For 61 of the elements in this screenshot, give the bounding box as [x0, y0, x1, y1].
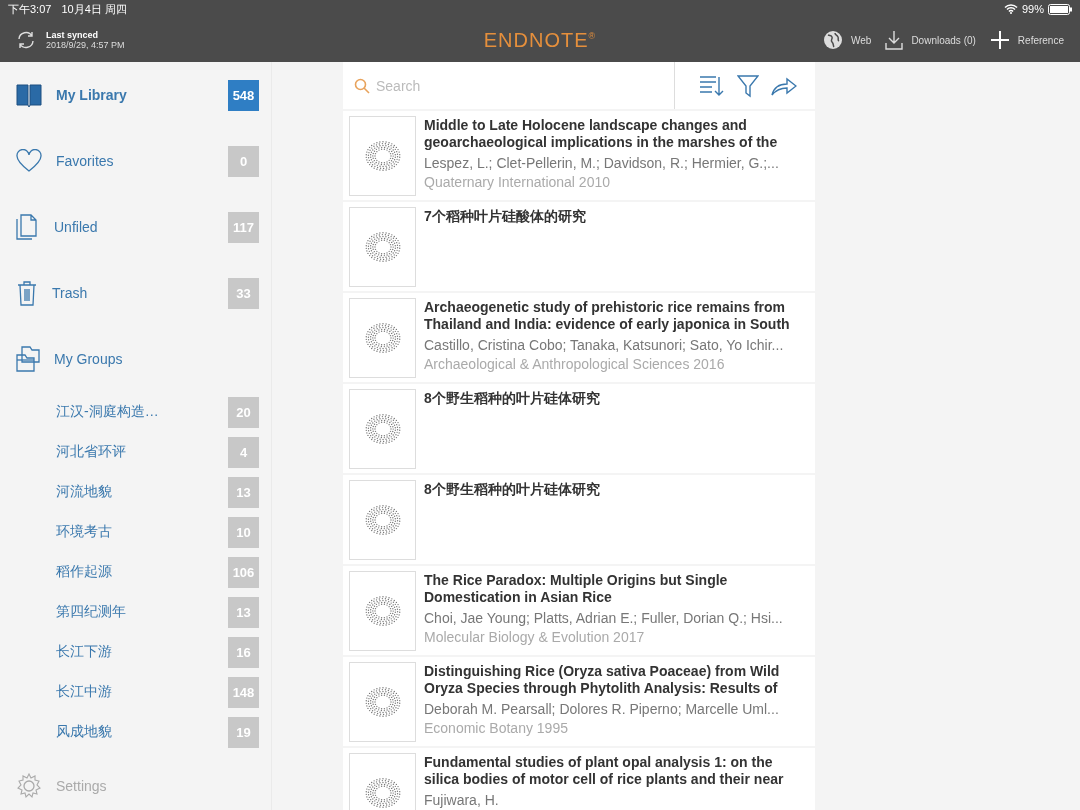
reference-title: Archaeogenetic study of prehistoric rice remains from Thailand and India: evidence of early japonica in South — [424, 299, 791, 333]
add-button[interactable]: Reference — [989, 30, 1064, 50]
reference-title: Middle to Late Holocene landscape changes and geoarchaeological implications in the marshes of the — [424, 117, 779, 151]
dotted-ring-icon — [364, 138, 401, 174]
reference-source: Archaeological & Anthropological Sciences 2016 — [424, 356, 726, 373]
reference-row[interactable] — [343, 293, 815, 382]
download-icon — [885, 30, 904, 50]
plus-icon — [989, 30, 1010, 50]
reference-authors: Lespez, L.; Clet-Pellerin, M.; Davidson, R.; Hermier, G.;... — [424, 155, 780, 172]
reference-source: Quaternary International 2010 — [424, 174, 611, 191]
app-logo: ENDNOTE$^{®}$ — [483, 28, 597, 51]
globe-icon — [823, 30, 843, 50]
dotted-ring-icon — [364, 229, 401, 265]
dotted-ring-icon — [364, 411, 401, 447]
share-icon[interactable] — [771, 75, 797, 96]
folders-icon — [16, 346, 40, 372]
reference-row[interactable]: Middle to Late Holocene landscape changes and geoarchaeological implications in the marshes of the Lespez, L.; Clet-Pellerin, M.; Davidson, R.; Hermier, G.;... Quaternary International 2010 — [343, 111, 815, 200]
settings-icon — [16, 773, 42, 799]
downloads-button[interactable]: Downloads (0) — [885, 30, 976, 50]
reference-row[interactable]: Fundamental studies of plant opal analysis 1: on the silica bodies of motor cell of rice plants and their near Fujiwara, H. — [343, 748, 815, 810]
sync-time: 2018/9/29, 4:57 PM — [46, 40, 125, 50]
reference-authors: Deborah M. Pearsall; Dolores R. Piperno; Marcelle Uml... — [424, 701, 780, 718]
filter-icon[interactable] — [737, 73, 759, 98]
reference-row[interactable]: 7个稻种叶片硅酸体的研究 — [343, 202, 815, 291]
trash-icon — [16, 280, 38, 306]
count-badge: 548 — [228, 79, 259, 111]
reference-title: Distinguishing Rice (Oryza sativa Poaceae) from Wild Oryza Species through Phytolith Analysis: Results of — [424, 663, 781, 697]
reference-source: Molecular Biology & Evolution 2017 — [424, 629, 646, 646]
reference-source: Economic Botany 1995 — [424, 720, 569, 737]
sync-label: Last synced — [46, 30, 100, 40]
status-date: 10月4日 周四 — [61, 1, 127, 17]
reference-authors: Choi, Jae Young; Platts, Adrian E.; Fuller, Dorian Q.; Hsi... — [424, 610, 784, 627]
sidebar-item[interactable]: My Groups — [16, 326, 271, 392]
status-time: 下午3:07 — [8, 1, 52, 17]
dotted-ring-icon — [364, 775, 401, 810]
dotted-ring-icon — [364, 502, 401, 538]
reference-authors: Fujiwara, H. — [424, 792, 500, 809]
documents-icon — [16, 214, 40, 240]
dotted-ring-icon — [364, 320, 401, 356]
web-button[interactable]: Web — [823, 30, 872, 50]
reference-row[interactable]: Distinguishing Rice (Oryza sativa Poaceae) from Wild Oryza Species through Phytolith Analysis: Results of Deborah M. Pearsall; Dolores R. Piperno; Marcelle Uml... Economic Botany 1995 — [343, 657, 815, 746]
dotted-ring-icon — [364, 684, 401, 720]
wifi-icon — [1003, 4, 1018, 14]
sync-icon[interactable] — [16, 31, 36, 49]
battery-percent: 99% — [1021, 3, 1044, 15]
heart-icon — [16, 149, 42, 173]
reference-title: 8个野生稻种的叶片硅体研究 — [424, 390, 600, 407]
reference-title: 8个野生稻种的叶片硅体研究 — [424, 481, 600, 498]
reference-title: The Rice Paradox: Multiple Origins but Single Domestication in Asian Rice — [424, 572, 729, 606]
search-field[interactable]: Search — [343, 62, 675, 109]
reference-row[interactable]: The Rice Paradox: Multiple Origins but Single Domestication in Asian Rice Choi, Jae Young; Platts, Adrian E.; Fuller, Dorian Q.; Hsi... Molecular Biology & Evolution 2017 — [343, 566, 815, 655]
sort-icon[interactable] — [699, 73, 725, 98]
book-icon — [16, 83, 42, 107]
reference-title: Fundamental studies of plant opal analysis 1: on the silica bodies of motor cell of rice plants and their near — [424, 754, 785, 788]
reference-row[interactable]: 8个野生稻种的叶片硅体研究 — [343, 475, 815, 564]
reference-authors: Castillo, Cristina Cobo; Tanaka, Katsunori; Sato, Yo Ichir... — [424, 337, 785, 354]
sidebar-item[interactable]: My Library 548 — [16, 62, 271, 128]
reference-title: 7个稻种叶片硅酸体的研究 — [424, 208, 586, 225]
battery-icon — [1048, 3, 1072, 15]
dotted-ring-icon — [364, 593, 401, 629]
reference-row[interactable]: 8个野生稻种的叶片硅体研究 — [343, 384, 815, 473]
